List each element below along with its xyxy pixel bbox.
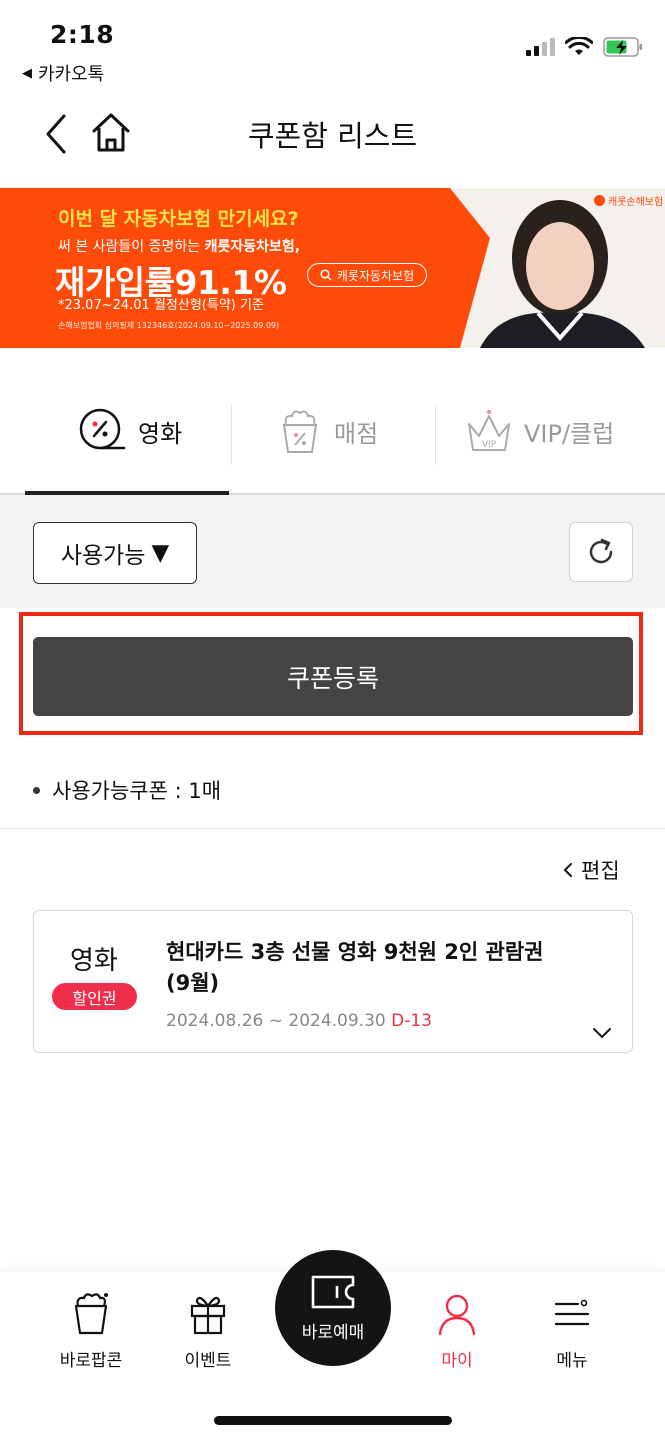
gift-icon <box>190 1296 226 1335</box>
tab-snack[interactable]: 매점 <box>278 400 378 462</box>
coupon-dday: D-13 <box>391 1011 432 1031</box>
nav-item-quick-booking[interactable]: 바로예매 <box>275 1250 391 1366</box>
back-triangle-icon: ◀ <box>22 65 32 81</box>
available-count-label: 사용가능쿠폰 : 1매 <box>52 779 222 803</box>
bullet-icon <box>33 786 40 794</box>
status-dropdown[interactable]: 사용가능 ▼ <box>33 522 197 584</box>
divider <box>0 828 665 829</box>
nav-label: 메뉴 <box>556 1351 588 1371</box>
coupon-date: 2024.08.26 ~ 2024.09.30 D-13 <box>166 1011 432 1031</box>
tab-divider <box>231 405 232 465</box>
battery-charging-icon <box>603 37 642 57</box>
tab-movie-label: 영화 <box>138 419 183 448</box>
back-to-app-link[interactable]: ◀ 카카오톡 <box>22 60 104 86</box>
movie-discount-icon <box>79 408 126 450</box>
nav-label: 바로팝콘 <box>59 1351 123 1371</box>
banner-line2: 써 본 사람들이 증명하는 캐롯자동차보험, <box>58 236 300 256</box>
coupon-register-button[interactable]: 쿠폰등록 <box>33 637 633 716</box>
nav-label: 바로예매 <box>301 1322 365 1343</box>
back-app-label: 카카오톡 <box>38 64 105 85</box>
tab-snack-label: 매점 <box>334 419 379 448</box>
coupon-title: 현대카드 3층 선물 영화 9천원 2인 관람권(9월) <box>166 940 544 995</box>
available-count: 사용가능쿠폰 : 1매 <box>33 775 221 805</box>
tab-divider <box>435 405 436 465</box>
banner-footnote: *23.07~24.01 월정산형(특약) 기준 <box>58 298 264 313</box>
nav-item-event[interactable]: 이벤트 <box>163 1292 253 1371</box>
dropdown-arrow-icon: ▼ <box>151 540 170 566</box>
status-time: 2:18 <box>50 20 115 49</box>
popcorn-icon <box>282 410 318 453</box>
popcorn-bucket-icon <box>74 1293 108 1335</box>
tab-vip-club[interactable]: VIP VIP/클럽 <box>466 400 614 462</box>
nav-item-my[interactable]: 마이 <box>412 1292 502 1371</box>
ticket-icon <box>311 1275 355 1308</box>
tab-movie[interactable]: 영화 <box>78 400 182 462</box>
nav-label: 이벤트 <box>184 1351 232 1371</box>
banner-line2-bold: 캐롯자동차보험, <box>204 239 301 255</box>
coupon-expand-button[interactable] <box>592 1024 612 1043</box>
banner-line2-prefix: 써 본 사람들이 증명하는 <box>58 239 205 255</box>
page-title: 쿠폰함 리스트 <box>247 119 418 153</box>
status-dropdown-label: 사용가능 <box>60 543 146 569</box>
person-icon <box>438 1294 476 1336</box>
home-indicator[interactable] <box>214 1416 452 1425</box>
nav-label: 마이 <box>441 1351 473 1371</box>
banner-tiny-text: 손해보험협회 심의필제 132346호(2024.09.10~2025.09.0… <box>58 321 280 330</box>
chevron-down-icon <box>593 1028 611 1039</box>
tab-vip-label: VIP/클럽 <box>524 419 615 448</box>
brand-logo-icon <box>594 195 605 206</box>
status-icons <box>525 36 643 58</box>
ad-banner[interactable]: 이번 달 자동차보험 만기세요? 써 본 사람들이 증명하는 캐롯자동차보험, … <box>0 188 665 348</box>
edit-label: 편집 <box>581 859 620 883</box>
coupon-type: 영화 <box>70 946 118 976</box>
banner-photo-area <box>450 188 665 348</box>
coupon-date-range: 2024.08.26 ~ 2024.09.30 <box>166 1011 386 1031</box>
banner-brand: 캐롯손해보험 <box>594 193 663 208</box>
banner-brand-label: 캐롯손해보험 <box>608 197 664 208</box>
search-icon <box>320 269 332 281</box>
banner-search-pill[interactable]: 캐롯자동차보험 <box>307 263 427 287</box>
banner-headline: 이번 달 자동차보험 만기세요? <box>58 208 299 230</box>
wifi-icon <box>565 37 593 55</box>
nav-item-popcorn[interactable]: 바로팝콘 <box>46 1292 136 1371</box>
refresh-button[interactable] <box>569 522 633 582</box>
edit-button[interactable]: 편집 <box>563 855 620 885</box>
coupon-badge: 할인권 <box>52 983 137 1010</box>
refresh-icon <box>589 538 613 564</box>
svg-text:VIP: VIP <box>482 440 497 450</box>
nav-item-menu[interactable]: 메뉴 <box>527 1292 617 1371</box>
menu-icon <box>554 1299 590 1326</box>
banner-search-label: 캐롯자동차보험 <box>336 268 415 283</box>
crown-icon: VIP <box>468 410 510 451</box>
chevron-left-small-icon <box>563 863 572 877</box>
screen: 2:18 ◀ 카카오톡 쿠폰함 리스트 이번 달 자동차보험 만기세요? 써 본… <box>0 0 665 1440</box>
signal-icon <box>526 38 555 56</box>
